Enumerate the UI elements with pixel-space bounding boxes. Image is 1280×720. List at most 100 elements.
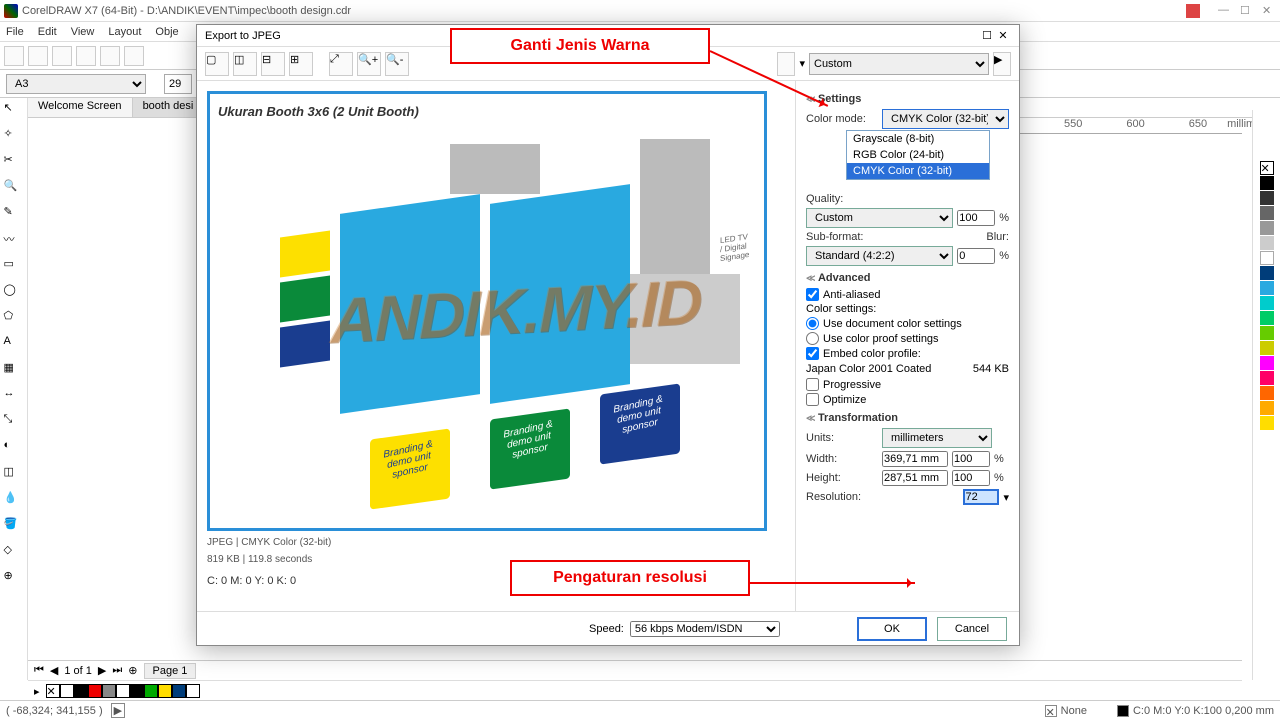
swatch[interactable] <box>1260 251 1274 265</box>
swatch[interactable] <box>1260 341 1274 355</box>
preview-image[interactable]: Ukuran Booth 3x6 (2 Unit Booth) Branding… <box>207 91 767 531</box>
subformat-select[interactable]: Standard (4:2:2) <box>806 246 953 266</box>
menu-layout[interactable]: Layout <box>108 26 141 38</box>
quality-select[interactable]: Custom <box>806 208 953 228</box>
connector-tool-icon[interactable]: ⤡ <box>3 412 25 434</box>
swatch[interactable] <box>74 684 88 698</box>
crop-tool-icon[interactable]: ✂ <box>3 152 25 174</box>
cut-icon[interactable] <box>100 46 120 66</box>
fill-tool-icon[interactable]: 🪣 <box>3 516 25 538</box>
swatch[interactable] <box>116 684 130 698</box>
add-page-icon[interactable]: ⊕ <box>128 664 137 677</box>
dimension-tool-icon[interactable]: ↔ <box>3 386 25 408</box>
swatch[interactable] <box>1260 266 1274 280</box>
swatch[interactable] <box>1260 281 1274 295</box>
settings-header[interactable]: Settings <box>806 93 1009 105</box>
swatch[interactable] <box>88 684 102 698</box>
optimize-checkbox[interactable] <box>806 393 819 406</box>
swatch[interactable] <box>130 684 144 698</box>
swatch[interactable] <box>1260 296 1274 310</box>
ellipse-tool-icon[interactable]: ◯ <box>3 282 25 304</box>
antialiased-checkbox[interactable] <box>806 288 819 301</box>
tab-document[interactable]: booth desi <box>133 98 205 117</box>
close-icon[interactable]: ✕ <box>1262 4 1276 18</box>
pick-tool-icon[interactable]: ↖ <box>3 100 25 122</box>
preset-select[interactable]: Custom <box>809 53 989 75</box>
swatch[interactable] <box>1260 371 1274 385</box>
open-icon[interactable] <box>28 46 48 66</box>
colormode-option-cmyk[interactable]: CMYK Color (32-bit) <box>847 163 989 179</box>
chevron-down-icon[interactable]: ▾ <box>799 57 805 70</box>
add-tool-icon[interactable]: ⊕ <box>3 568 25 590</box>
menu-edit[interactable]: Edit <box>38 26 57 38</box>
progressive-checkbox[interactable] <box>806 378 819 391</box>
next-page-icon[interactable]: ▶ <box>98 664 106 677</box>
page-dim-input[interactable] <box>164 74 192 94</box>
units-select[interactable]: millimeters <box>882 428 992 448</box>
copy-icon[interactable] <box>124 46 144 66</box>
preview-2up-icon[interactable]: ◫ <box>233 52 257 76</box>
swatch[interactable] <box>144 684 158 698</box>
prev-page-icon[interactable]: ◀ <box>50 664 58 677</box>
dialog-restore-icon[interactable]: ☐ <box>979 29 995 42</box>
swatch[interactable] <box>60 684 74 698</box>
swatch[interactable] <box>1260 326 1274 340</box>
swatch[interactable] <box>158 684 172 698</box>
preview-single-icon[interactable]: ▢ <box>205 52 229 76</box>
chevron-down-icon[interactable]: ▾ <box>1003 491 1009 504</box>
swatch-none-icon[interactable]: ✕ <box>1260 161 1274 175</box>
user-icon[interactable] <box>1186 4 1200 18</box>
last-page-icon[interactable]: ⏭ <box>112 664 122 677</box>
maximize-icon[interactable]: ☐ <box>1240 4 1254 18</box>
palette-menu-icon[interactable]: ▸ <box>34 685 40 698</box>
effects-tool-icon[interactable]: ◐ <box>3 438 25 460</box>
first-page-icon[interactable]: ⏮ <box>34 664 44 677</box>
colormode-option-rgb[interactable]: RGB Color (24-bit) <box>847 147 989 163</box>
swatch[interactable] <box>1260 236 1274 250</box>
swatch[interactable] <box>172 684 186 698</box>
menu-view[interactable]: View <box>71 26 95 38</box>
transform-header[interactable]: Transformation <box>806 412 1009 424</box>
width-input[interactable] <box>882 451 948 467</box>
outline-tool-icon[interactable]: ◇ <box>3 542 25 564</box>
swatch[interactable] <box>1260 356 1274 370</box>
use-doc-radio[interactable] <box>806 317 819 330</box>
speed-select[interactable]: 56 kbps Modem/ISDN <box>630 621 780 637</box>
dialog-close-icon[interactable]: ✕ <box>995 29 1011 42</box>
minimize-icon[interactable]: — <box>1218 4 1232 18</box>
outline-indicator-icon[interactable] <box>1117 705 1129 717</box>
swatch[interactable] <box>1260 386 1274 400</box>
height-input[interactable] <box>882 470 948 486</box>
swatch[interactable] <box>186 684 200 698</box>
zoom-out-icon[interactable]: 🔍- <box>385 52 409 76</box>
print-icon[interactable] <box>76 46 96 66</box>
rectangle-tool-icon[interactable]: ▭ <box>3 256 25 278</box>
swatch[interactable] <box>1260 176 1274 190</box>
cancel-button[interactable]: Cancel <box>937 617 1007 641</box>
transparency-tool-icon[interactable]: ◫ <box>3 464 25 486</box>
embed-profile-checkbox[interactable] <box>806 347 819 360</box>
colormode-option-grayscale[interactable]: Grayscale (8-bit) <box>847 131 989 147</box>
swatch[interactable] <box>1260 416 1274 430</box>
shape-tool-icon[interactable]: ✧ <box>3 126 25 148</box>
use-proof-radio[interactable] <box>806 332 819 345</box>
swatch[interactable] <box>102 684 116 698</box>
swatch[interactable] <box>1260 206 1274 220</box>
swatch[interactable] <box>1260 221 1274 235</box>
zoom-fit-icon[interactable]: ⤢ <box>329 52 353 76</box>
ok-button[interactable]: OK <box>857 617 927 641</box>
play-icon[interactable]: ▶ <box>111 703 125 718</box>
preview-2v-icon[interactable]: ⊟ <box>261 52 285 76</box>
tab-welcome[interactable]: Welcome Screen <box>28 98 133 117</box>
page-tab[interactable]: Page 1 <box>144 663 197 679</box>
text-tool-icon[interactable]: A <box>3 334 25 356</box>
zoom-in-icon[interactable]: 🔍+ <box>357 52 381 76</box>
quality-pct-input[interactable] <box>957 210 995 226</box>
preset-next-icon[interactable]: ▶ <box>993 52 1011 76</box>
zoom-tool-icon[interactable]: 🔍 <box>3 178 25 200</box>
preview-4up-icon[interactable]: ⊞ <box>289 52 313 76</box>
swatch-none-icon[interactable]: ✕ <box>46 684 60 698</box>
artistic-tool-icon[interactable]: 〰 <box>3 230 25 252</box>
table-tool-icon[interactable]: ▦ <box>3 360 25 382</box>
height-pct-input[interactable] <box>952 470 990 486</box>
